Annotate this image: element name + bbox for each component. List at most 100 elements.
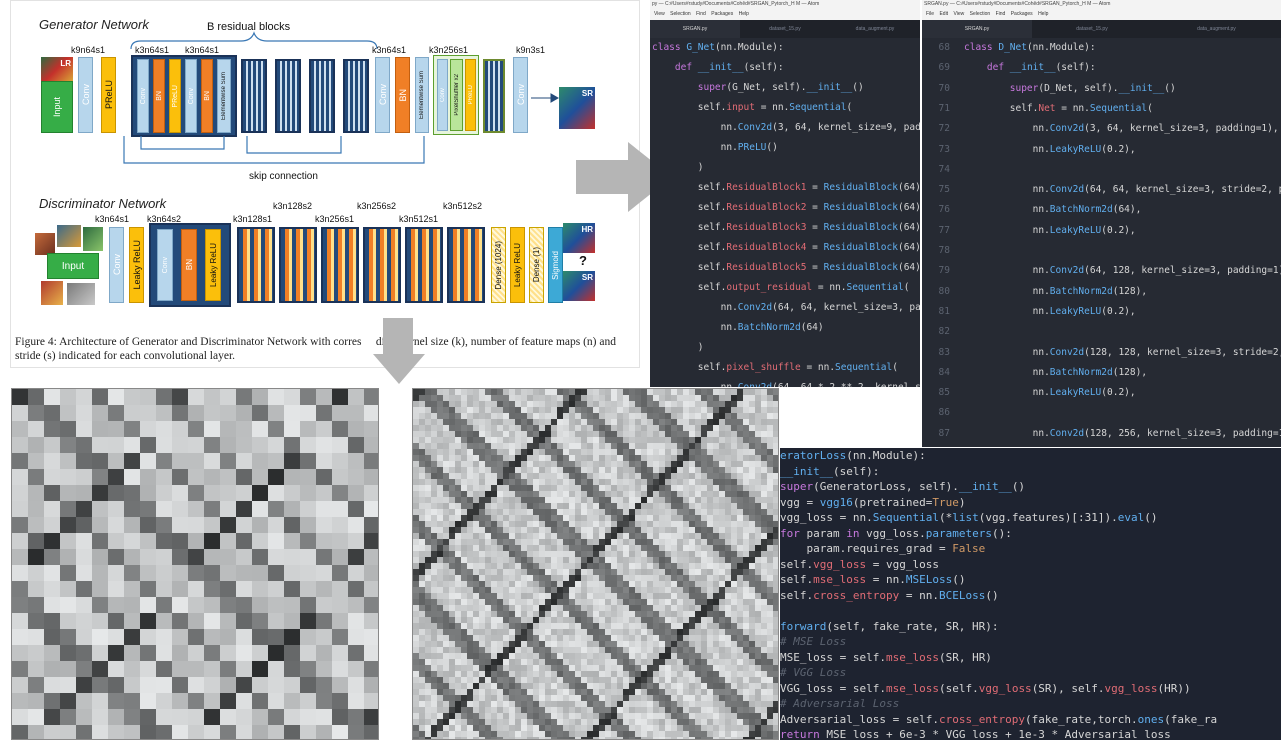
code-line[interactable]: 82 <box>922 322 964 342</box>
code-line[interactable]: 86 <box>922 403 964 423</box>
code-line[interactable]: # Adversarial Loss <box>780 696 899 712</box>
code-line[interactable]: eratorLoss(nn.Module): <box>780 448 926 464</box>
code-line[interactable]: super(GeneratorLoss, self).__init__() <box>780 479 1025 495</box>
code-line[interactable]: return MSE_loss + 6e-3 * VGG_loss + 1e-3… <box>780 727 1171 740</box>
code-line[interactable]: 84 nn.BatchNorm2d(128), <box>922 363 1148 383</box>
menu-find[interactable]: Find <box>696 11 706 17</box>
code-line[interactable]: super(G_Net, self).__init__() <box>650 78 864 98</box>
code-line[interactable]: self.input = nn.Sequential( <box>650 98 852 118</box>
code-line[interactable]: self.mse_loss = nn.MSELoss() <box>780 572 965 588</box>
code-line[interactable]: for param in vgg_loss.parameters(): <box>780 526 1012 542</box>
patch-pixel <box>364 501 378 517</box>
code-line[interactable]: 68 class D_Net(nn.Module): <box>922 38 1096 58</box>
tab-srgan[interactable]: SRGAN.py <box>922 20 1032 38</box>
code-line[interactable]: self.ResidualBlock2 = ResidualBlock(64) <box>650 198 920 218</box>
menu-selection[interactable]: Selection <box>670 11 691 17</box>
patch-pixel <box>611 491 617 497</box>
menu-help[interactable]: Help <box>1038 11 1048 17</box>
code-line[interactable]: self.ResidualBlock5 = ResidualBlock(64) <box>650 258 920 278</box>
patch-pixel <box>364 677 378 693</box>
patch-pixel <box>431 605 437 611</box>
patch-pixel <box>515 503 521 509</box>
menu-file[interactable]: File <box>926 11 934 17</box>
menu-view[interactable]: View <box>953 11 964 17</box>
tab-dataset[interactable]: dataset_15.py <box>1032 20 1152 38</box>
code-line[interactable]: self.vgg_loss = vgg_loss <box>780 557 939 573</box>
code-line[interactable]: self.ResidualBlock3 = ResidualBlock(64) <box>650 218 920 238</box>
code-line[interactable]: self.cross_entropy = nn.BCELoss() <box>780 588 999 604</box>
code-line[interactable]: nn.PReLU() <box>650 138 778 158</box>
patch-pixel <box>268 629 284 645</box>
patch-pixel <box>76 693 92 709</box>
code-line[interactable]: 76 nn.BatchNorm2d(64), <box>922 200 1142 220</box>
code-line[interactable]: self.ResidualBlock4 = ResidualBlock(64) <box>650 238 920 258</box>
code-line[interactable]: 78 <box>922 241 964 261</box>
patch-pixel <box>539 437 545 443</box>
tab-dataset[interactable]: dataset_15.py <box>740 20 830 38</box>
patch-pixel <box>521 551 527 557</box>
code-line[interactable]: MSE_loss = self.mse_loss(SR, HR) <box>780 650 992 666</box>
code-line[interactable]: VGG_loss = self.mse_loss(self.vgg_loss(S… <box>780 681 1191 697</box>
patch-pixel <box>671 719 677 725</box>
code-line[interactable]: 69 def __init__(self): <box>922 58 1096 78</box>
patch-pixel <box>671 545 677 551</box>
menu-packages[interactable]: Packages <box>1011 11 1033 17</box>
code-line[interactable]: self.pixel_shuffle = nn.Sequential( <box>650 358 898 378</box>
code-line[interactable]: ) <box>650 158 704 178</box>
patch-pixel <box>509 437 515 443</box>
patch-pixel <box>725 731 731 737</box>
code-line[interactable]: vgg = vgg16(pretrained=True) <box>780 495 965 511</box>
code-line[interactable]: def __init__(self): <box>650 58 784 78</box>
code-line[interactable]: 79 nn.Conv2d(64, 128, kernel_size=3, pad… <box>922 261 1281 281</box>
code-line[interactable]: 70 super(D_Net, self).__init__() <box>922 79 1176 99</box>
patch-pixel <box>473 605 479 611</box>
menu-view[interactable]: View <box>654 11 665 17</box>
code-line[interactable]: 81 nn.LeakyReLU(0.2), <box>922 302 1136 322</box>
code-line[interactable]: class G_Net(nn.Module): <box>650 38 784 58</box>
code-line[interactable]: __init__(self): <box>780 464 879 480</box>
patch-pixel <box>300 421 316 437</box>
patch-pixel <box>497 515 503 521</box>
code-line[interactable]: 77 nn.LeakyReLU(0.2), <box>922 221 1136 241</box>
code-line[interactable]: 80 nn.BatchNorm2d(128), <box>922 282 1148 302</box>
code-line[interactable]: 71 self.Net = nn.Sequential( <box>922 99 1153 119</box>
code-line[interactable]: Adversarial_loss = self.cross_entropy(fa… <box>780 712 1217 728</box>
menu-help[interactable]: Help <box>739 11 749 17</box>
tab-augment[interactable]: data_augment.py <box>830 20 920 38</box>
tab-augment[interactable]: data_augment.py <box>1152 20 1281 38</box>
code-line[interactable]: nn.BatchNorm2d(64) <box>650 318 824 338</box>
menu-packages[interactable]: Packages <box>711 11 733 17</box>
patch-pixel <box>204 437 220 453</box>
patch-pixel <box>455 653 461 659</box>
menu-edit[interactable]: Edit <box>939 11 948 17</box>
code-line[interactable]: self.ResidualBlock1 = ResidualBlock(64) <box>650 178 920 198</box>
code-line[interactable]: param.requires_grad = False <box>780 541 985 557</box>
code-line[interactable]: nn.Conv2d(64, 64 * 2 ** 2, kernel_size=3… <box>650 378 920 387</box>
menu-selection[interactable]: Selection <box>970 11 991 17</box>
patch-pixel <box>713 401 719 407</box>
patch-pixel <box>515 545 521 551</box>
code-line[interactable]: vgg_loss = nn.Sequential(*list(vgg.featu… <box>780 510 1158 526</box>
tab-srgan[interactable]: SRGAN.py <box>650 20 740 38</box>
code-line[interactable]: 72 nn.Conv2d(3, 64, kernel_size=3, paddi… <box>922 119 1279 139</box>
patch-pixel <box>539 473 545 479</box>
patch-pixel <box>569 551 575 557</box>
menu-find[interactable]: Find <box>996 11 1006 17</box>
code-line[interactable]: self.output_residual = nn.Sequential( <box>650 278 910 298</box>
code-line[interactable]: ) <box>650 338 704 358</box>
patch-pixel <box>647 695 653 701</box>
code-line[interactable]: # VGG Loss <box>780 665 846 681</box>
code-line[interactable]: 87 nn.Conv2d(128, 256, kernel_size=3, pa… <box>922 424 1281 444</box>
patch-pixel <box>419 521 425 527</box>
code-line[interactable]: # MSE Loss <box>780 634 846 650</box>
patch-pixel <box>473 425 479 431</box>
code-line[interactable]: nn.Conv2d(3, 64, kernel_size=9, padding=… <box>650 118 920 138</box>
code-line[interactable]: 74 <box>922 160 964 180</box>
code-line[interactable]: 73 nn.LeakyReLU(0.2), <box>922 140 1136 160</box>
code-line[interactable]: forward(self, fake_rate, SR, HR): <box>780 619 999 635</box>
code-line[interactable]: 75 nn.Conv2d(64, 64, kernel_size=3, stri… <box>922 180 1281 200</box>
patch-pixel <box>659 539 665 545</box>
code-line[interactable]: nn.Conv2d(64, 64, kernel_size=3, padding… <box>650 298 920 318</box>
code-line[interactable]: 85 nn.LeakyReLU(0.2), <box>922 383 1136 403</box>
code-line[interactable]: 83 nn.Conv2d(128, 128, kernel_size=3, st… <box>922 343 1281 363</box>
